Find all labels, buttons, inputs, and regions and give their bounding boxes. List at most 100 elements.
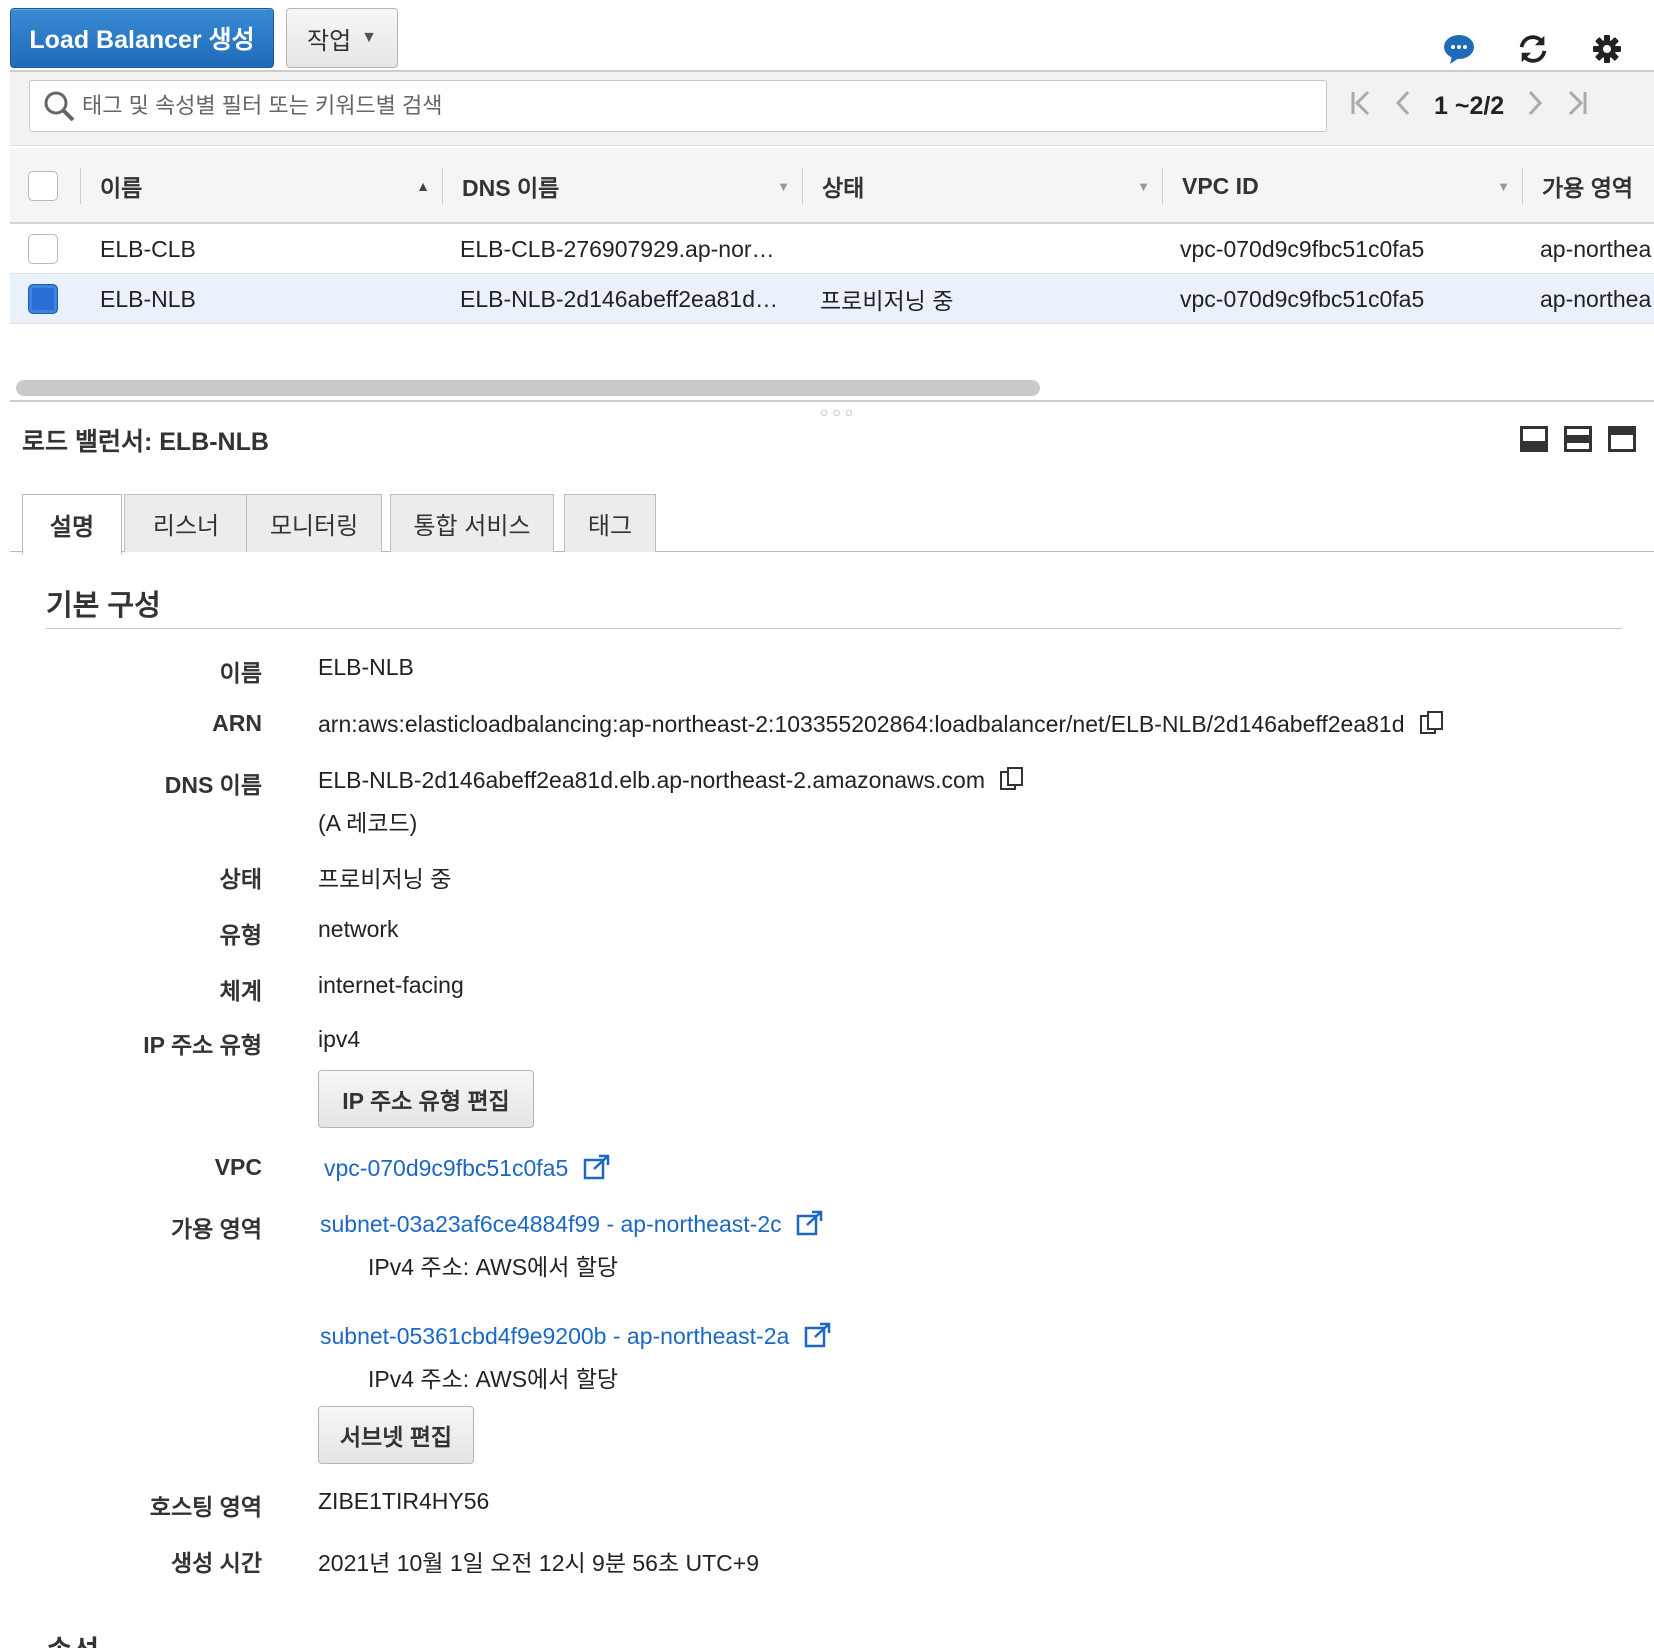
tab-listeners[interactable]: 리스너 xyxy=(124,494,248,552)
field-label-scheme: 체계 xyxy=(219,978,262,1004)
chevron-down-icon[interactable]: ▼ xyxy=(777,179,790,194)
column-divider xyxy=(1162,168,1163,204)
row-checkbox[interactable] xyxy=(28,234,58,264)
cell-az: ap-northea xyxy=(1540,285,1652,312)
row-select-cell xyxy=(28,274,58,324)
section-title-attributes: 속성 xyxy=(46,1628,99,1648)
search-input[interactable] xyxy=(82,93,1282,119)
column-vpc-label: VPC ID xyxy=(1182,172,1259,199)
subnet-link-text[interactable]: subnet-03a23af6ce4884f99 - ap-northeast-… xyxy=(320,1211,782,1237)
edit-ip-type-button[interactable]: IP 주소 유형 편집 xyxy=(318,1070,534,1128)
cell-dns: ELB-CLB-276907929.ap-nor… xyxy=(460,235,775,262)
select-all-checkbox[interactable] xyxy=(28,171,58,201)
column-header-az[interactable]: 가용 영역 xyxy=(1522,148,1654,224)
create-load-balancer-button[interactable]: Load Balancer 생성 xyxy=(10,8,274,68)
cell-state: 프로비저닝 중 xyxy=(820,288,954,314)
field-label-name: 이름 xyxy=(219,660,262,686)
subnet-ipv4-note: IPv4 주소: AWS에서 할당 xyxy=(368,1254,619,1280)
column-az-label: 가용 영역 xyxy=(1542,175,1634,201)
row-checkbox[interactable] xyxy=(28,284,58,314)
top-toolbar: Load Balancer 생성 작업 ▼ xyxy=(0,0,1654,72)
column-name-label: 이름 xyxy=(100,175,143,201)
table-row[interactable]: ELB-CLB ELB-CLB-276907929.ap-nor… vpc-07… xyxy=(10,224,1654,274)
load-balancer-table: 이름 ▲ DNS 이름 ▼ 상태 ▼ VPC ID ▼ 가용 영역 ELB-CL… xyxy=(10,148,1654,324)
subnet-ipv4-note: IPv4 주소: AWS에서 할당 xyxy=(368,1366,619,1392)
field-label-dns: DNS 이름 xyxy=(164,772,262,798)
horizontal-scrollbar-thumb[interactable] xyxy=(16,380,1040,396)
filter-bar: 1 ~2/2 xyxy=(10,70,1654,146)
tab-tags[interactable]: 태그 xyxy=(564,494,656,552)
field-value-arn: arn:aws:elasticloadbalancing:ap-northeas… xyxy=(318,710,1445,742)
refresh-icon[interactable] xyxy=(1516,32,1550,66)
copy-icon[interactable] xyxy=(999,766,1025,798)
table-row[interactable]: ELB-NLB ELB-NLB-2d146abeff2ea81d… 프로비저닝 … xyxy=(10,274,1654,324)
panel-resize-handle[interactable]: ○○○ xyxy=(820,404,857,420)
detail-tabs: 설명 리스너 모니터링 통합 서비스 태그 xyxy=(10,492,1654,554)
field-label-az: 가용 영역 xyxy=(170,1216,262,1242)
copy-icon[interactable] xyxy=(1419,710,1445,742)
subnet-link-text[interactable]: subnet-05361cbd4f9e9200b - ap-northeast-… xyxy=(320,1323,789,1349)
field-label-state: 상태 xyxy=(219,866,262,892)
column-header-name[interactable]: 이름 ▲ xyxy=(80,148,442,224)
field-value-created: 2021년 10월 1일 오전 12시 9분 56초 UTC+9 xyxy=(318,1550,760,1576)
column-header-vpc[interactable]: VPC ID ▼ xyxy=(1162,148,1522,224)
pagination: 1 ~2/2 xyxy=(1350,86,1588,126)
detail-panel-title: 로드 밸런서: ELB-NLB xyxy=(22,428,269,456)
page-count: 1 ~2/2 xyxy=(1434,91,1505,120)
chevron-down-icon[interactable]: ▼ xyxy=(1497,179,1510,194)
field-value-dns: ELB-NLB-2d146abeff2ea81d.elb.ap-northeas… xyxy=(318,766,1025,798)
section-divider xyxy=(46,628,1622,629)
column-header-dns[interactable]: DNS 이름 ▼ xyxy=(442,148,802,224)
tab-integrated-services[interactable]: 통합 서비스 xyxy=(390,494,554,552)
tab-description[interactable]: 설명 xyxy=(22,494,122,554)
external-link-icon[interactable] xyxy=(796,1210,824,1242)
field-label-vpc: VPC xyxy=(214,1154,262,1180)
column-dns-label: DNS 이름 xyxy=(462,175,560,201)
external-link-icon[interactable] xyxy=(583,1154,611,1186)
vpc-link-text[interactable]: vpc-070d9c9fbc51c0fa5 xyxy=(324,1155,568,1181)
prev-page-icon[interactable] xyxy=(1394,89,1412,124)
actions-dropdown-button[interactable]: 작업 ▼ xyxy=(286,8,398,68)
chat-icon[interactable] xyxy=(1442,32,1476,66)
horizontal-scrollbar-track xyxy=(10,328,1654,402)
gear-icon[interactable] xyxy=(1590,32,1624,66)
cell-az: ap-northea xyxy=(1540,235,1652,262)
field-value-state: 프로비저닝 중 xyxy=(318,866,452,892)
cell-name: ELB-NLB xyxy=(100,285,196,312)
field-value-type: network xyxy=(318,916,399,942)
search-box[interactable] xyxy=(29,80,1327,132)
table-header: 이름 ▲ DNS 이름 ▼ 상태 ▼ VPC ID ▼ 가용 영역 xyxy=(10,148,1654,224)
search-icon xyxy=(42,89,76,123)
layout-bottom-icon[interactable] xyxy=(1520,426,1548,452)
edit-subnets-button[interactable]: 서브넷 편집 xyxy=(318,1406,474,1464)
sort-ascending-icon[interactable]: ▲ xyxy=(416,178,430,194)
arn-text: arn:aws:elasticloadbalancing:ap-northeas… xyxy=(318,711,1405,738)
tab-monitoring[interactable]: 모니터링 xyxy=(246,494,382,552)
chevron-down-icon[interactable]: ▼ xyxy=(1137,179,1150,194)
subnet-link[interactable]: subnet-03a23af6ce4884f99 - ap-northeast-… xyxy=(320,1210,824,1242)
column-divider xyxy=(802,168,803,204)
field-value-scheme: internet-facing xyxy=(318,972,464,998)
column-divider xyxy=(80,168,81,204)
panel-layout-icons xyxy=(1520,426,1636,452)
subnet-link[interactable]: subnet-05361cbd4f9e9200b - ap-northeast-… xyxy=(320,1322,832,1354)
column-header-state[interactable]: 상태 ▼ xyxy=(802,148,1162,224)
vpc-link[interactable]: vpc-070d9c9fbc51c0fa5 xyxy=(324,1154,611,1186)
external-link-icon[interactable] xyxy=(804,1322,832,1354)
select-all-cell xyxy=(28,148,58,224)
chevron-down-icon: ▼ xyxy=(361,29,377,46)
layout-middle-icon[interactable] xyxy=(1564,426,1592,452)
field-label-ip-type: IP 주소 유형 xyxy=(143,1032,262,1058)
first-page-icon[interactable] xyxy=(1350,89,1372,124)
cell-dns: ELB-NLB-2d146abeff2ea81d… xyxy=(460,285,778,312)
last-page-icon[interactable] xyxy=(1566,89,1588,124)
row-select-cell xyxy=(28,224,58,274)
cell-name: ELB-CLB xyxy=(100,235,196,262)
field-label-arn: ARN xyxy=(212,710,262,736)
cell-state xyxy=(820,224,1150,274)
field-value-hosted-zone: ZIBE1TIR4HY56 xyxy=(318,1488,490,1514)
layout-top-icon[interactable] xyxy=(1608,426,1636,452)
dns-text: ELB-NLB-2d146abeff2ea81d.elb.ap-northeas… xyxy=(318,767,985,794)
cell-vpc: vpc-070d9c9fbc51c0fa5 xyxy=(1180,285,1425,312)
next-page-icon[interactable] xyxy=(1526,89,1544,124)
